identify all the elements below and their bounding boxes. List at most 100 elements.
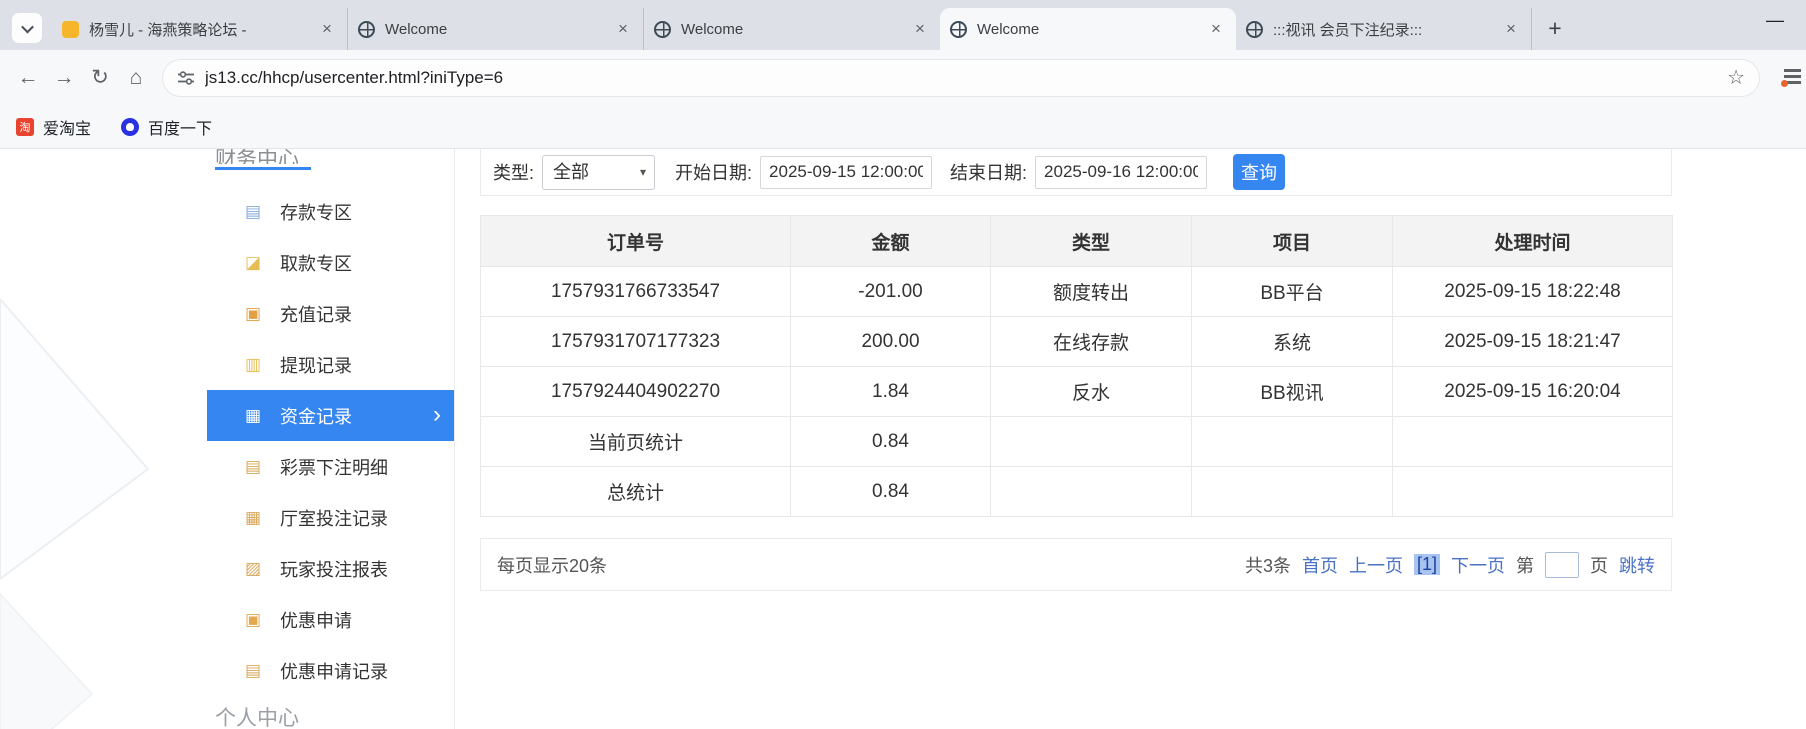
table-cell: BB视讯 xyxy=(1191,366,1393,417)
sidebar-item-player-bet-report[interactable]: ▨ 玩家投注报表 xyxy=(207,543,454,594)
table-cell: 1.84 xyxy=(790,366,991,417)
end-date-input[interactable] xyxy=(1035,155,1208,189)
next-page-link[interactable]: 下一页 xyxy=(1451,552,1505,578)
sidebar-section-header: 财务中心 xyxy=(207,149,454,170)
table-cell: 2025-09-15 16:20:04 xyxy=(1392,366,1673,417)
tab-title: Welcome xyxy=(681,20,744,38)
table-row: 当前页统计 0.84 xyxy=(480,416,1673,467)
tab-search-button[interactable] xyxy=(12,13,42,43)
prev-page-link[interactable]: 上一页 xyxy=(1349,552,1403,578)
table-cell: 0.84 xyxy=(790,466,991,517)
window-minimize-button[interactable]: — xyxy=(1766,10,1784,31)
browser-tab[interactable]: :::视讯 会员下注纪录::: × xyxy=(1236,8,1532,50)
sidebar-item-hall-bet-records[interactable]: ▦ 厅室投注记录 xyxy=(207,492,454,543)
first-page-link[interactable]: 首页 xyxy=(1302,552,1338,578)
page-size-text: 每页显示20条 xyxy=(497,555,608,576)
filter-bar: 类型: 全部 ▾ 开始日期: 结束日期: 查询 xyxy=(480,149,1672,196)
tab-close-icon[interactable]: × xyxy=(317,19,337,39)
lottery-detail-icon: ▤ xyxy=(245,456,262,476)
column-header: 金额 xyxy=(790,215,991,267)
jump-label-pre: 第 xyxy=(1516,555,1534,576)
home-icon[interactable]: ⌂ xyxy=(118,60,154,96)
address-bar[interactable]: js13.cc/hhcp/usercenter.html?iniType=6 ☆ xyxy=(162,58,1760,97)
baidu-favicon xyxy=(121,117,140,136)
table-cell: 1757931707177323 xyxy=(480,316,791,367)
start-date-input[interactable] xyxy=(760,155,933,189)
tab-strip: 杨雪儿 - 海燕策略论坛 - × Welcome × Welcome × Welcome ×:… xyxy=(0,0,1806,50)
table-cell xyxy=(1392,466,1673,517)
globe-favicon-icon xyxy=(358,20,375,38)
table-cell: BB平台 xyxy=(1191,266,1393,317)
sidebar-item-funds-records[interactable]: ▦ 资金记录 › xyxy=(207,390,454,441)
sidebar-menu: ▤ 存款专区 ◪ 取款专区 ▣ 充值记录 ▥ 提现记录 ▦ 资金记录 › ▤ 彩票下注明细 ▦ 厅室投注记录… xyxy=(207,186,454,696)
browser-tab[interactable]: 杨雪儿 - 海燕策略论坛 - × xyxy=(52,8,348,50)
current-page-indicator[interactable]: [1] xyxy=(1413,554,1440,575)
column-header: 项目 xyxy=(1191,215,1393,267)
hall-bet-record-icon: ▦ xyxy=(245,507,262,527)
tab-close-icon[interactable]: × xyxy=(613,19,633,39)
bookmark-star-icon[interactable]: ☆ xyxy=(1727,65,1745,90)
table-cell xyxy=(990,466,1192,517)
table-cell: 2025-09-15 18:21:47 xyxy=(1392,316,1673,367)
sidebar-item-label: 彩票下注明细 xyxy=(280,457,388,478)
page-number-input[interactable] xyxy=(1545,551,1579,578)
browser-tab[interactable]: Welcome × xyxy=(644,8,940,50)
back-icon[interactable]: ← xyxy=(10,60,46,96)
browser-panel-icon[interactable] xyxy=(1780,67,1806,87)
sidebar-footer-title: 个人中心 xyxy=(215,707,299,729)
globe-favicon-icon xyxy=(950,20,967,38)
table-cell: 1757931766733547 xyxy=(480,266,791,317)
forward-icon[interactable]: → xyxy=(46,60,82,96)
sidebar-item-promo-application[interactable]: ▣ 优惠申请 xyxy=(207,594,454,645)
page-content: 财务中心 ▤ 存款专区 ◪ 取款专区 ▣ 充值记录 ▥ 提现记录 ▦ 资金记录 › ▤ 彩票下注明细 ▦ 厅… xyxy=(0,149,1806,729)
notification-dot xyxy=(1781,80,1788,87)
sidebar-item-deposit-zone[interactable]: ▤ 存款专区 xyxy=(207,186,454,237)
table-cell: 总统计 xyxy=(480,466,791,517)
active-section-underline xyxy=(215,167,311,170)
end-date-label: 结束日期: xyxy=(950,163,1028,183)
browser-tab[interactable]: Welcome × xyxy=(940,8,1236,50)
table-cell xyxy=(1392,416,1673,467)
globe-favicon-icon xyxy=(654,20,671,38)
deposit-card-icon: ▤ xyxy=(245,201,262,221)
jump-label-post: 页 xyxy=(1590,555,1608,576)
bookmark-item[interactable]: 淘爱淘宝 xyxy=(16,115,91,139)
sidebar-item-withdrawal-records[interactable]: ▥ 提现记录 xyxy=(207,339,454,390)
background-triangles-decoration xyxy=(0,297,150,729)
new-tab-button[interactable]: + xyxy=(1540,13,1570,43)
tab-close-icon[interactable]: × xyxy=(1206,19,1226,39)
sidebar-item-recharge-records[interactable]: ▣ 充值记录 xyxy=(207,288,454,339)
total-count-text: 共3条 xyxy=(1244,555,1291,576)
menu-bars-icon xyxy=(1784,69,1801,72)
tab-close-icon[interactable]: × xyxy=(1501,19,1521,39)
table-cell: 额度转出 xyxy=(990,266,1192,317)
sidebar-item-label: 玩家投注报表 xyxy=(280,559,388,580)
tab-close-icon[interactable]: × xyxy=(910,19,930,39)
table-cell: 在线存款 xyxy=(990,316,1192,367)
records-table: 订单号 金额 类型 项目 处理时间 1757931766733547 -201.00 额度转… xyxy=(480,215,1673,517)
recharge-record-icon: ▣ xyxy=(245,303,262,323)
bookmark-label: 百度一下 xyxy=(148,120,213,138)
table-cell: 系统 xyxy=(1191,316,1393,367)
table-cell: 反水 xyxy=(990,366,1192,417)
browser-toolbar: ← → ↻ ⌂ js13.cc/hhcp/usercenter.html?ini… xyxy=(0,50,1806,105)
type-select[interactable]: 全部 xyxy=(542,154,656,190)
browser-tab[interactable]: Welcome × xyxy=(348,8,644,50)
sidebar-item-promo-application-records[interactable]: ▤ 优惠申请记录 xyxy=(207,645,454,696)
sidebar-item-withdraw-zone[interactable]: ◪ 取款专区 xyxy=(207,237,454,288)
sidebar-item-lottery-bet-details[interactable]: ▤ 彩票下注明细 xyxy=(207,441,454,492)
forum-yellow-favicon-icon xyxy=(62,20,79,38)
sidebar-item-label: 提现记录 xyxy=(280,355,352,376)
search-button[interactable]: 查询 xyxy=(1233,154,1286,190)
bookmark-item[interactable]: 百度一下 xyxy=(121,115,212,139)
reload-icon[interactable]: ↻ xyxy=(82,60,118,96)
table-cell: 0.84 xyxy=(790,416,991,467)
url-text[interactable]: js13.cc/hhcp/usercenter.html?iniType=6 xyxy=(205,68,1727,88)
table-row: 总统计 0.84 xyxy=(480,466,1673,517)
site-settings-icon[interactable] xyxy=(177,69,195,87)
jump-button[interactable]: 跳转 xyxy=(1619,552,1655,578)
withdrawal-record-icon: ▥ xyxy=(245,354,262,374)
sidebar-item-label: 资金记录 xyxy=(280,406,352,427)
sidebar-item-label: 取款专区 xyxy=(280,253,352,274)
sidebar-item-label: 优惠申请 xyxy=(280,610,352,631)
